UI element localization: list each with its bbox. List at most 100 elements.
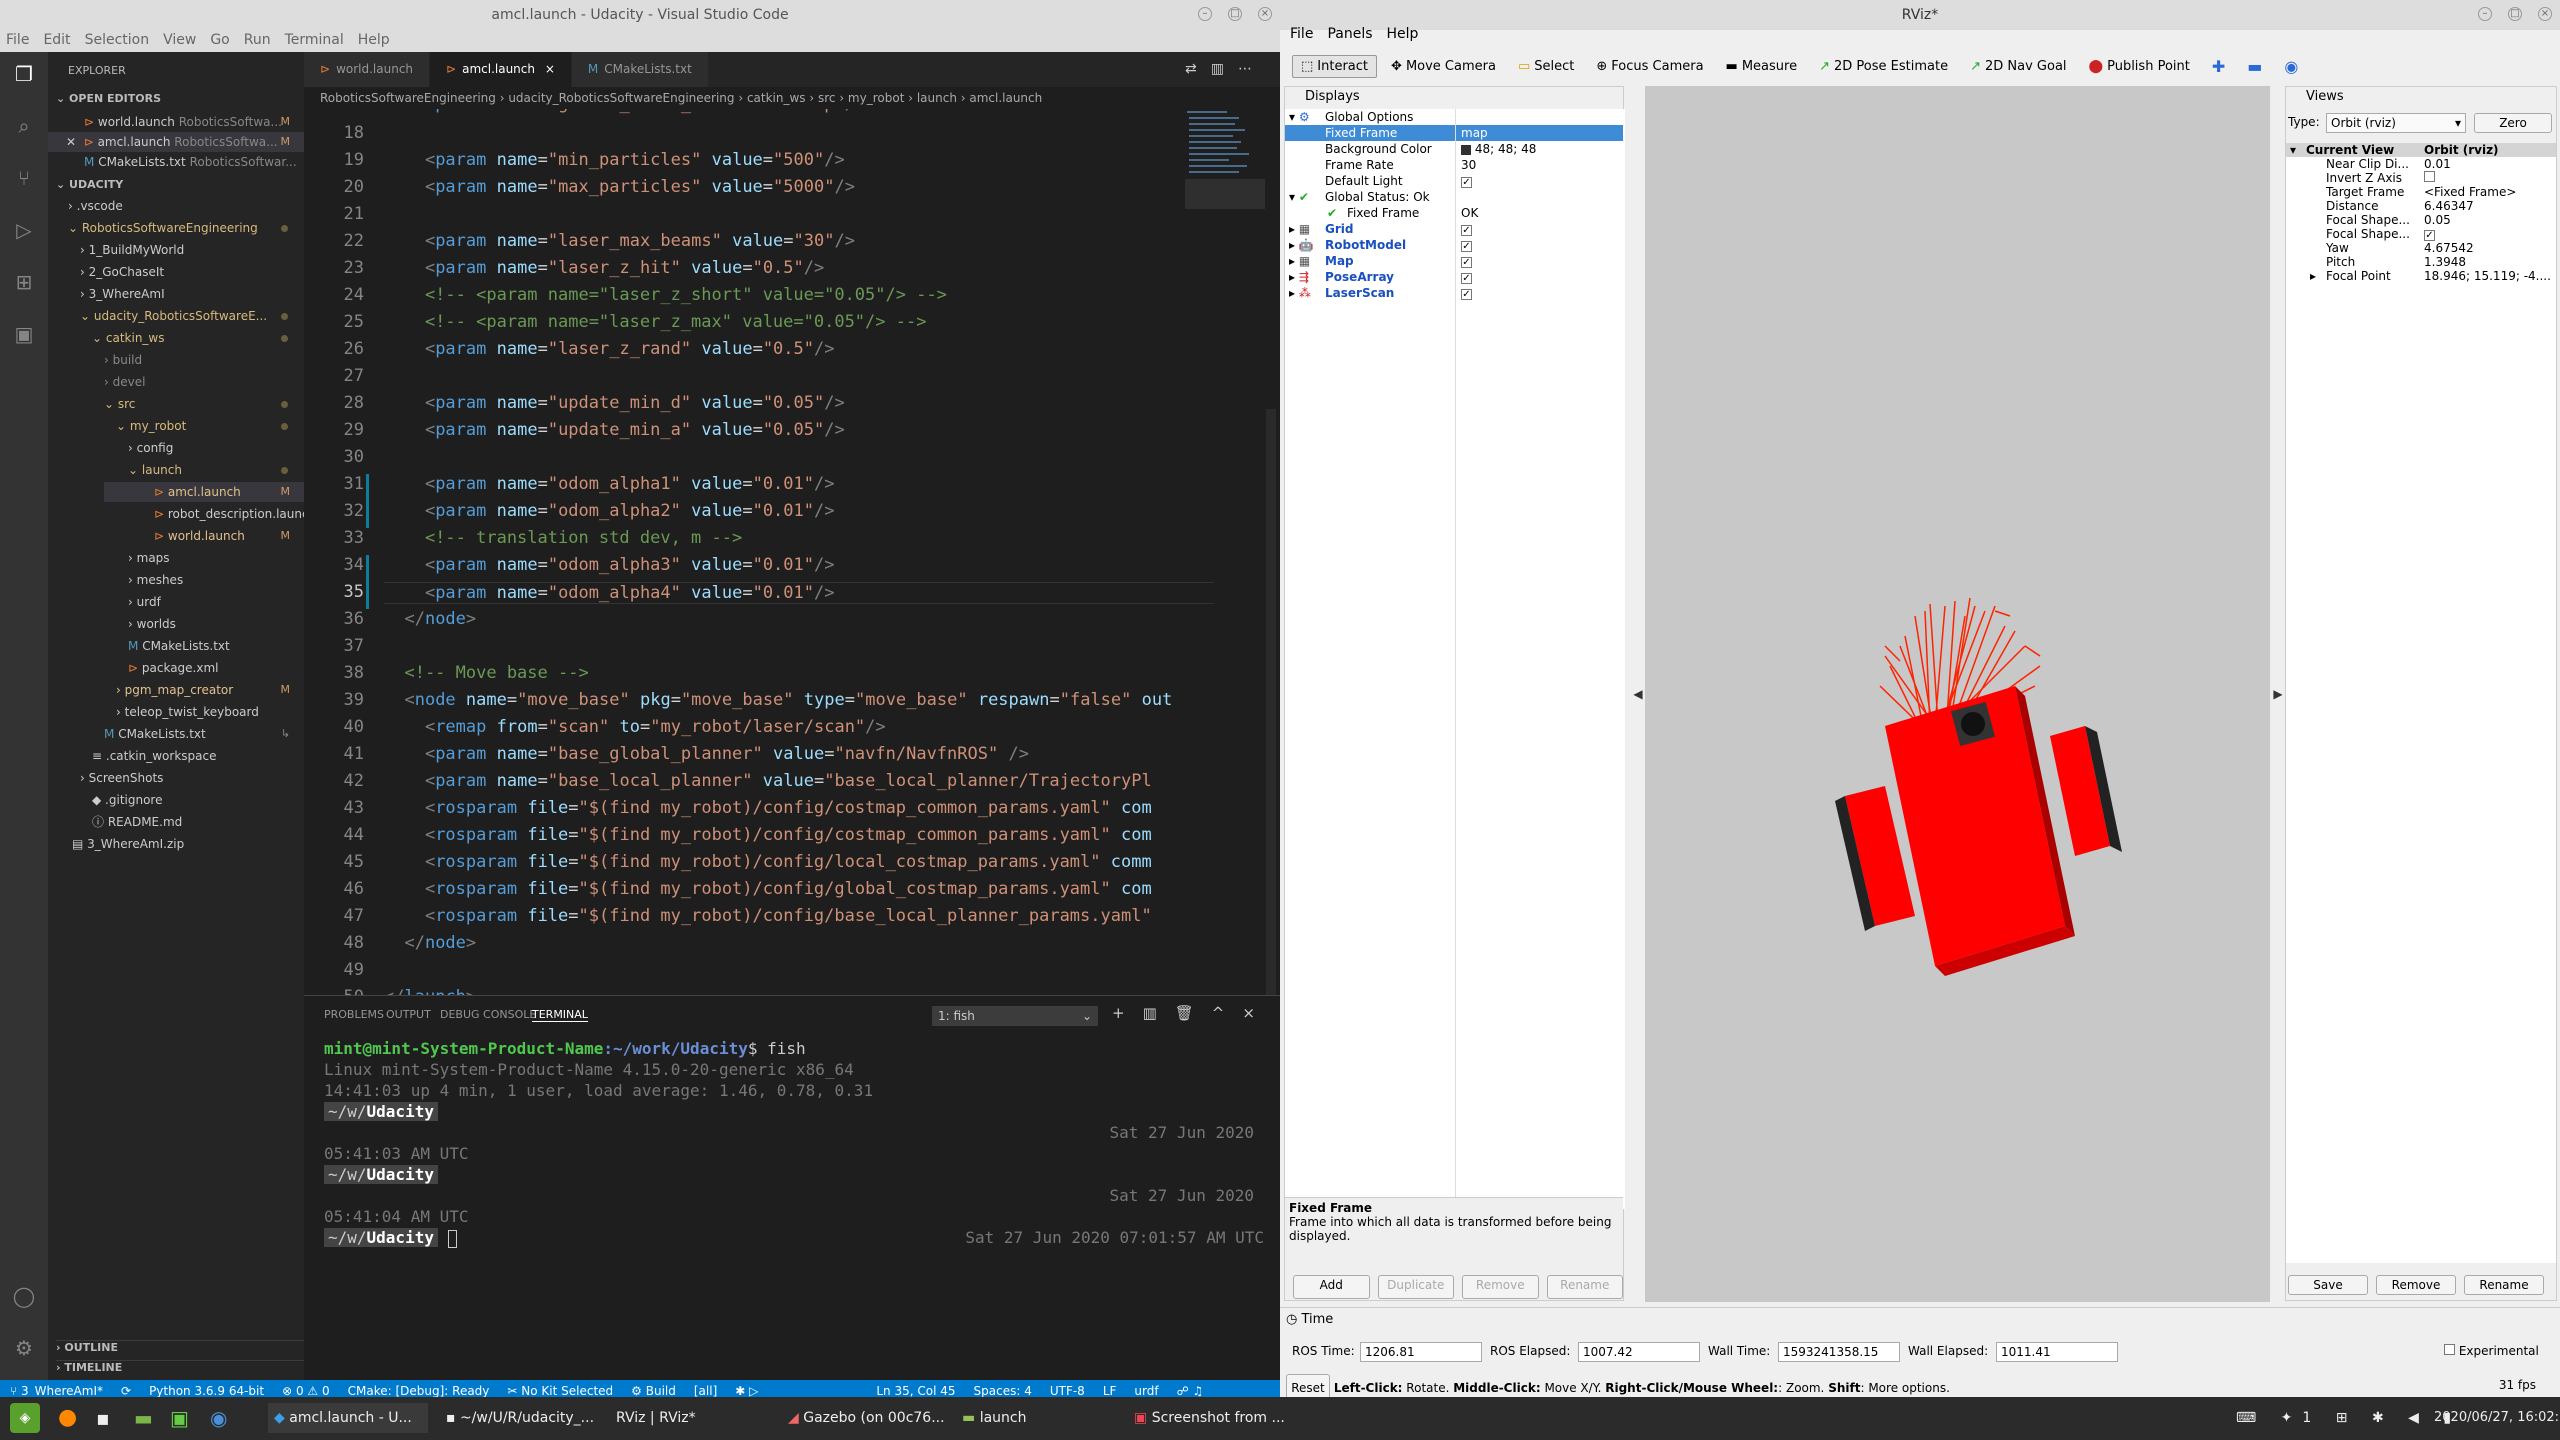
open-editor-item[interactable]: M CMakeLists.txt RoboticsSoftwar... — [48, 152, 304, 172]
tree-file-active[interactable]: ⊳ amcl.launch M — [104, 482, 304, 502]
files-launcher-icon[interactable]: ▬ — [134, 1403, 153, 1433]
taskbar-item-rviz[interactable]: RViz | RViz* — [612, 1403, 772, 1433]
taskbar-item-screenshot[interactable]: ▣ Screenshot from ... — [1130, 1403, 1290, 1433]
ros-elapsed-field[interactable]: 1007.42 — [1578, 1342, 1700, 1362]
tool-interact[interactable]: ⬚ Interact — [1292, 54, 1378, 78]
view-row[interactable]: Target Frame <Fixed Frame> — [2286, 185, 2556, 199]
display-row-status-fixed-frame[interactable]: ✔ Fixed Frame OK — [1285, 205, 1623, 221]
tree-folder[interactable]: › ScreenShots — [80, 768, 163, 788]
views-save-button[interactable]: Save — [2288, 1275, 2368, 1295]
display-row-global-status[interactable]: ▾ ✔ Global Status: Ok — [1285, 189, 1623, 205]
laser-scan-checkbox[interactable]: ✓ — [1461, 289, 1472, 300]
tool-2d-nav-goal[interactable]: ↗ 2D Nav Goal — [1962, 56, 2074, 77]
tree-folder[interactable]: › worlds — [128, 614, 176, 634]
minimize-icon[interactable]: – — [2478, 7, 2492, 21]
taskbar-item-vscode[interactable]: ◆ amcl.launch - U... — [268, 1403, 428, 1433]
rviz-menu-file[interactable]: File — [1290, 26, 1313, 48]
tree-folder[interactable]: › config — [128, 438, 173, 458]
tree-folder[interactable]: › devel — [104, 372, 145, 392]
taskbar-item-gazebo[interactable]: ◢ Gazebo (on 00c76... — [784, 1403, 945, 1433]
display-row-pose-array[interactable]: ▸ ⇶ PoseArray ✓ — [1285, 269, 1623, 285]
tool-focus-camera[interactable]: ⊕ Focus Camera — [1588, 56, 1711, 77]
view-row[interactable]: ▸ Focal Point 18.946; 15.119; -4.... — [2286, 269, 2556, 283]
app-launcher-icon[interactable]: ▣ — [170, 1403, 189, 1433]
remove-tool-icon[interactable]: ▬ — [2239, 54, 2270, 79]
tool-2d-pose-estimate[interactable]: ↗ 2D Pose Estimate — [1811, 56, 1956, 77]
view-row[interactable]: Near Clip Di... 0.01 — [2286, 157, 2556, 171]
run-debug-icon[interactable]: ▷ — [12, 218, 36, 242]
default-light-checkbox[interactable]: ✓ — [1461, 177, 1472, 188]
experimental-toggle[interactable]: Experimental — [2444, 1344, 2539, 1358]
tool-move-camera[interactable]: ✥ Move Camera — [1383, 56, 1504, 77]
display-row-laser-scan[interactable]: ▸ ⁂ LaserScan ✓ — [1285, 285, 1623, 301]
tree-file[interactable]: M CMakeLists.txt — [128, 636, 230, 656]
source-control-icon[interactable]: ⑂ — [12, 166, 36, 190]
display-row-global-options[interactable]: ▾ ⚙ Global Options — [1285, 109, 1623, 125]
view-row[interactable]: Focal Shape... 0.05 — [2286, 213, 2556, 227]
tree-folder[interactable]: › 3_WhereAmI — [80, 284, 165, 304]
view-row[interactable]: ▾ Current View Orbit (rviz) — [2286, 143, 2556, 157]
tree-folder[interactable]: › teleop_twist_keyboard — [116, 702, 259, 722]
tree-file[interactable]: ◆ .gitignore — [92, 790, 162, 810]
tab-cmakelists[interactable]: M CMakeLists.txt — [571, 52, 709, 87]
explorer-icon[interactable]: ❐ — [12, 62, 36, 86]
display-row-robot-model[interactable]: ▸ 🤖 RobotModel ✓ — [1285, 237, 1623, 253]
tree-file[interactable]: M CMakeLists.txt ↳ — [104, 724, 304, 744]
views-rename-button[interactable]: Rename — [2464, 1275, 2544, 1295]
panel-tab-terminal[interactable]: TERMINAL — [532, 1008, 588, 1022]
tree-file[interactable]: ≡ .catkin_workspace — [92, 746, 216, 766]
collapse-right-handle[interactable]: ▶ — [2272, 86, 2284, 1302]
close-icon[interactable]: × — [1258, 7, 1272, 21]
extensions-icon[interactable]: ⊞ — [12, 270, 36, 294]
panel-actions[interactable]: +▥🗑^× — [1112, 1004, 1273, 1022]
minimize-icon[interactable]: – — [1198, 7, 1212, 21]
menu-selection[interactable]: Selection — [85, 30, 150, 52]
system-tray[interactable]: ⌨ ✦1 ⊞ ✱ ◀ ▮ — [2236, 1403, 2461, 1433]
tree-folder[interactable]: › build — [104, 350, 142, 370]
code-editor[interactable]: 18 19 20 21 22 23 24 25 26 27 28 29 30 31 32 33 34 35 36 37… — [304, 109, 1280, 995]
tree-file[interactable]: ▤ 3_WhereAmI.zip — [72, 834, 184, 854]
maximize-icon[interactable]: □ — [1228, 7, 1242, 21]
tree-folder[interactable]: › 1_BuildMyWorld — [80, 240, 184, 260]
search-icon[interactable]: ⌕ — [12, 114, 36, 138]
tool-measure[interactable]: ▬ Measure — [1718, 56, 1806, 77]
grid-checkbox[interactable]: ✓ — [1461, 225, 1472, 236]
tree-folder[interactable]: ⌄ my_robot — [116, 416, 304, 436]
rviz-menu-help[interactable]: Help — [1387, 26, 1419, 48]
taskbar-item-launch-folder[interactable]: ▬ launch — [958, 1403, 1108, 1433]
displays-tree[interactable]: ▾ ⚙ Global Options Fixed Frame map Backgro… — [1285, 109, 1625, 1209]
display-row-map[interactable]: ▸ ▦ Map ✓ — [1285, 253, 1623, 269]
robot-model-checkbox[interactable]: ✓ — [1461, 241, 1472, 252]
chrome-launcher-icon[interactable]: ◉ — [210, 1403, 227, 1433]
view-row[interactable]: Focal Shape... ✓ — [2286, 227, 2556, 241]
tree-folder[interactable]: ⌄ RoboticsSoftwareEngineering — [68, 218, 304, 238]
tab-amcl-launch[interactable]: ⊳ amcl.launch × — [430, 52, 572, 87]
tool-select[interactable]: ▭ Select — [1510, 56, 1582, 77]
outline-header[interactable]: › OUTLINE — [56, 1340, 304, 1354]
tree-folder[interactable]: › urdf — [128, 592, 161, 612]
close-icon[interactable]: × — [2538, 7, 2552, 21]
settings-gear-icon[interactable]: ⚙ — [12, 1336, 36, 1360]
menu-go[interactable]: Go — [210, 30, 229, 52]
open-editors-header[interactable]: ⌄ OPEN EDITORS — [56, 92, 161, 105]
menu-view[interactable]: View — [163, 30, 196, 52]
view-row[interactable]: Yaw 4.67542 — [2286, 241, 2556, 255]
firefox-icon[interactable]: ● — [58, 1403, 77, 1433]
view-row[interactable]: Distance 6.46347 — [2286, 199, 2556, 213]
maximize-icon[interactable]: □ — [2508, 7, 2522, 21]
tree-file[interactable]: ⊳ package.xml — [128, 658, 219, 678]
tool-publish-point[interactable]: ⬤ Publish Point — [2081, 56, 2198, 77]
views-type-select[interactable]: Orbit (rviz) ▾ — [2326, 113, 2466, 133]
terminal-output[interactable]: mint@mint-System-Product-Name:~/work/Uda… — [324, 1038, 1264, 1248]
tab-world-launch[interactable]: ⊳ world.launch — [304, 52, 431, 87]
duplicate-display-button[interactable]: Duplicate — [1377, 1275, 1454, 1299]
terminal-select[interactable]: 1: fish ⌄ — [932, 1006, 1098, 1026]
map-checkbox[interactable]: ✓ — [1461, 257, 1472, 268]
tree-folder[interactable]: › maps — [128, 548, 170, 568]
tree-folder[interactable]: › meshes — [128, 570, 183, 590]
tree-folder[interactable]: ⌄ src — [104, 394, 304, 414]
mint-menu-icon[interactable]: ◈ — [10, 1403, 40, 1433]
tree-folder[interactable]: ⌄ launch — [128, 460, 304, 480]
ros-time-field[interactable]: 1206.81 — [1360, 1342, 1482, 1362]
remote-explorer-icon[interactable]: ▣ — [12, 322, 36, 346]
